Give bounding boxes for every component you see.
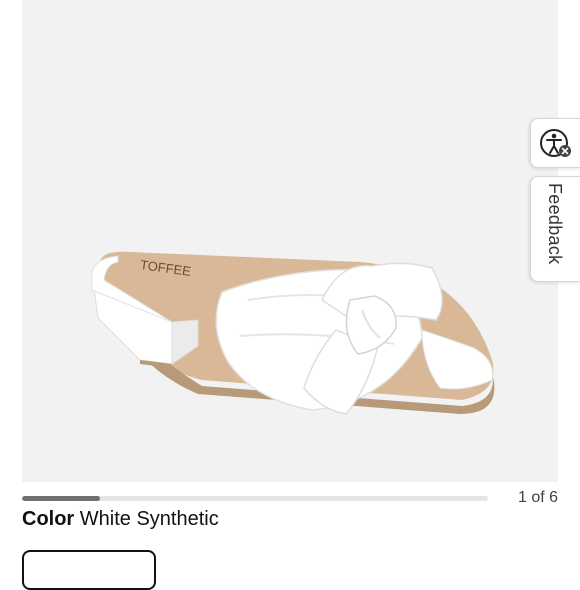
feedback-tab[interactable]: Feedback	[530, 176, 580, 282]
gallery-progress-fill	[22, 496, 100, 501]
product-image[interactable]: TOFFEE	[22, 0, 558, 482]
color-label: Color	[22, 508, 75, 530]
color-swatch-white-synthetic[interactable]	[22, 550, 156, 590]
accessibility-icon	[540, 129, 571, 157]
sandal-illustration: TOFFEE	[91, 251, 495, 415]
image-counter: 1 of 6	[517, 489, 558, 506]
accessibility-button[interactable]	[530, 118, 580, 168]
gallery-progress-bar	[22, 496, 488, 501]
color-value: White Synthetic	[79, 508, 219, 530]
feedback-label: Feedback	[545, 183, 565, 265]
color-selection: Color White Synthetic	[22, 508, 219, 531]
